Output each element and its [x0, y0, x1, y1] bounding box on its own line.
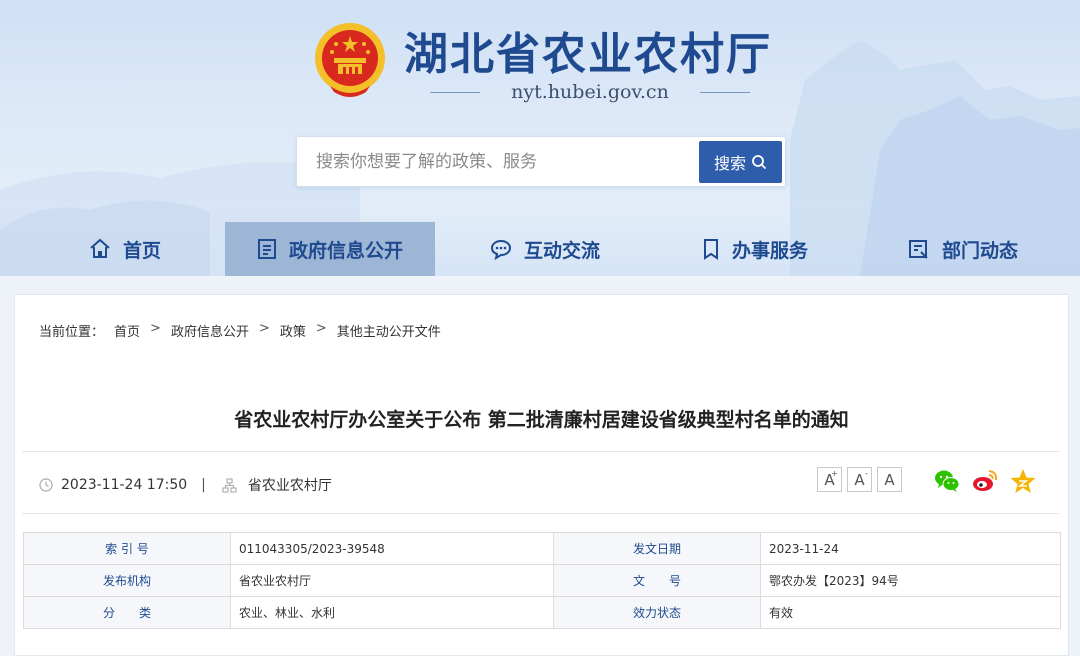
font-default-label: A: [884, 471, 894, 489]
article-meta: 2023-11-24 17:50 | 省农业农村厅: [39, 475, 332, 495]
article-title: 省农业农村厅办公室关于公布 第二批清廉村居建设省级典型村名单的通知: [15, 405, 1068, 432]
title-divider: [22, 451, 1059, 452]
info-key: 分 类: [24, 597, 231, 629]
breadcrumb-link-home[interactable]: 首页: [114, 321, 140, 340]
info-value: 农业、林业、水利: [231, 597, 554, 629]
weibo-icon[interactable]: [971, 467, 999, 495]
news-icon: [908, 238, 930, 260]
info-value: 省农业农村厅: [231, 565, 554, 597]
nav-item-dept-news[interactable]: 部门动态: [888, 222, 1038, 276]
info-key: 效力状态: [554, 597, 761, 629]
site-title: 湖北省农业农村厅: [404, 18, 772, 82]
search-button-label: 搜索: [714, 150, 746, 174]
wechat-icon[interactable]: [933, 467, 961, 495]
search-input[interactable]: [297, 137, 697, 186]
nav-item-label: 首页: [123, 236, 161, 263]
home-icon: [89, 238, 111, 260]
info-key: 文 号: [554, 565, 761, 597]
article-source: 省农业农村厅: [248, 475, 332, 495]
font-size-controls: A + A - A: [817, 467, 902, 492]
search-bar: 搜索: [296, 136, 786, 187]
search-icon: [751, 154, 767, 170]
main-nav: 首页 政府信息公开 互动交流 办事服务: [0, 222, 1080, 276]
meta-divider: |: [201, 477, 206, 493]
nav-item-interaction[interactable]: 互动交流: [470, 222, 620, 276]
font-smaller-label: A: [854, 471, 864, 489]
info-value: 鄂农办发【2023】94号: [761, 565, 1061, 597]
info-value: 有效: [761, 597, 1061, 629]
nav-item-home[interactable]: 首页: [75, 222, 175, 276]
breadcrumb: 当前位置： 首页 > 政府信息公开 > 政策 > 其他主动公开文件: [39, 321, 441, 340]
publish-datetime: 2023-11-24 17:50: [61, 477, 187, 493]
meta-divider-line: [22, 513, 1059, 514]
info-key: 发文日期: [554, 533, 761, 565]
breadcrumb-separator: >: [150, 321, 161, 340]
bookmark-icon: [702, 238, 720, 260]
site-domain: nyt.hubei.gov.cn: [430, 80, 750, 104]
info-value: 2023-11-24: [761, 533, 1061, 565]
org-chart-icon: [222, 478, 237, 493]
share-buttons: [933, 467, 1037, 495]
chat-icon: [490, 238, 512, 260]
info-key: 索 引 号: [24, 533, 231, 565]
breadcrumb-link-gov-info[interactable]: 政府信息公开: [171, 321, 249, 340]
font-smaller-sup: -: [865, 469, 868, 478]
nav-item-label: 部门动态: [942, 236, 1018, 263]
article-panel: 当前位置： 首页 > 政府信息公开 > 政策 > 其他主动公开文件 省农业农村厅…: [14, 294, 1069, 656]
font-default-button[interactable]: A: [877, 467, 902, 492]
breadcrumb-separator: >: [316, 321, 327, 340]
font-larger-button[interactable]: A +: [817, 467, 842, 492]
breadcrumb-separator: >: [259, 321, 270, 340]
qzone-icon[interactable]: [1009, 467, 1037, 495]
site-header: 湖北省农业农村厅 nyt.hubei.gov.cn 搜索 首页: [0, 0, 1080, 276]
clock-icon: [39, 478, 53, 492]
table-row: 分 类 农业、林业、水利 效力状态 有效: [24, 597, 1061, 629]
table-row: 发布机构 省农业农村厅 文 号 鄂农办发【2023】94号: [24, 565, 1061, 597]
breadcrumb-prefix: 当前位置：: [39, 321, 104, 340]
document-icon: [257, 238, 277, 260]
table-row: 索 引 号 011043305/2023-39548 发文日期 2023-11-…: [24, 533, 1061, 565]
national-emblem: [312, 20, 388, 100]
font-smaller-button[interactable]: A -: [847, 467, 872, 492]
domain-divider-right: [700, 92, 750, 93]
breadcrumb-link-policy[interactable]: 政策: [280, 321, 306, 340]
nav-item-label: 政府信息公开: [289, 236, 403, 263]
font-larger-sup: +: [831, 469, 838, 478]
search-button[interactable]: 搜索: [699, 141, 782, 183]
nav-item-services[interactable]: 办事服务: [680, 222, 830, 276]
info-value: 011043305/2023-39548: [231, 533, 554, 565]
nav-item-label: 互动交流: [524, 236, 600, 263]
nav-item-gov-info[interactable]: 政府信息公开: [225, 222, 435, 276]
info-key: 发布机构: [24, 565, 231, 597]
nav-item-label: 办事服务: [732, 236, 808, 263]
breadcrumb-link-other-docs[interactable]: 其他主动公开文件: [337, 321, 441, 340]
document-info-table: 索 引 号 011043305/2023-39548 发文日期 2023-11-…: [23, 532, 1061, 629]
